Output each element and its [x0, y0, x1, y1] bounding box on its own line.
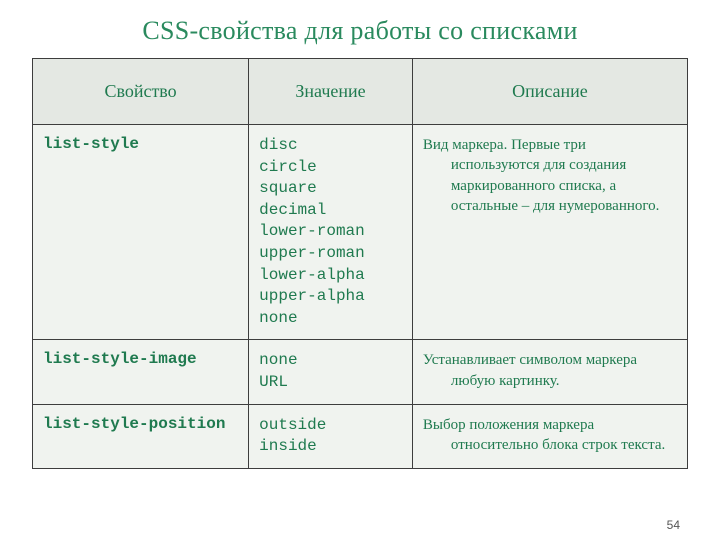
- cell-property: list-style-image: [33, 340, 249, 404]
- cell-description: Выбор положения маркера относительно бло…: [412, 404, 687, 468]
- cell-property: list-style: [33, 125, 249, 340]
- desc-text: Вид маркера. Первые три используются для…: [423, 135, 677, 216]
- table-header-row: Свойство Значение Описание: [33, 59, 688, 125]
- desc-text: Выбор положения маркера относительно бло…: [423, 415, 677, 456]
- desc-text: Устанавливает символом маркера любую кар…: [423, 350, 677, 391]
- cell-description: Вид маркера. Первые три используются для…: [412, 125, 687, 340]
- css-properties-table: Свойство Значение Описание list-style di…: [32, 58, 688, 469]
- th-property: Свойство: [33, 59, 249, 125]
- table-row: list-style disc circle square decimal lo…: [33, 125, 688, 340]
- table-row: list-style-image none URL Устанавливает …: [33, 340, 688, 404]
- cell-property: list-style-position: [33, 404, 249, 468]
- cell-values: disc circle square decimal lower-roman u…: [249, 125, 413, 340]
- cell-values: none URL: [249, 340, 413, 404]
- cell-description: Устанавливает символом маркера любую кар…: [412, 340, 687, 404]
- cell-values: outside inside: [249, 404, 413, 468]
- page-number: 54: [667, 518, 680, 532]
- table-row: list-style-position outside inside Выбор…: [33, 404, 688, 468]
- th-value: Значение: [249, 59, 413, 125]
- slide: CSS-свойства для работы со списками Свой…: [0, 0, 720, 540]
- th-description: Описание: [412, 59, 687, 125]
- page-title: CSS-свойства для работы со списками: [32, 16, 688, 46]
